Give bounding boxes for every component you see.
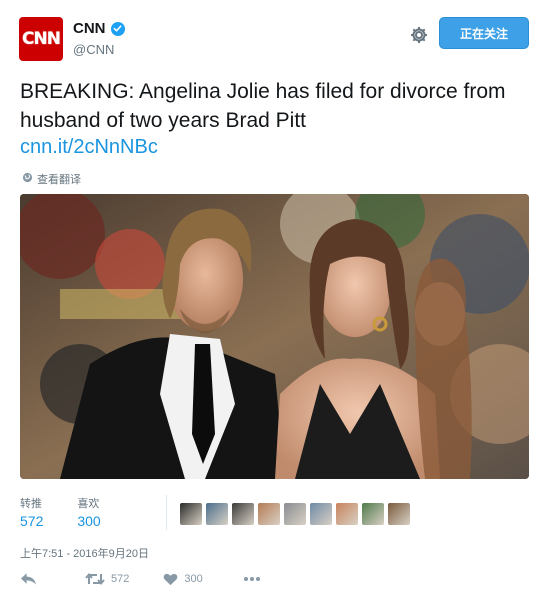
retweet-button[interactable]: 572 (85, 572, 129, 586)
stats-divider (166, 495, 167, 530)
avatar[interactable]: CNN (19, 17, 63, 61)
translate-link[interactable]: 查看翻译 (22, 171, 81, 187)
retweet-count: 572 (111, 573, 130, 585)
reply-icon (20, 572, 37, 586)
liker-avatar[interactable] (258, 503, 280, 525)
likes-count: 300 (77, 513, 101, 529)
following-button[interactable]: 正在关注 (439, 17, 529, 49)
globe-icon (22, 172, 33, 186)
likes-label: 喜欢 (77, 498, 100, 510)
heart-icon (163, 573, 178, 586)
tweet-photo[interactable] (20, 194, 529, 479)
avatar-logo-text: CNN (22, 29, 61, 49)
gear-icon[interactable] (409, 25, 429, 45)
liker-avatars (180, 503, 410, 525)
like-button[interactable]: 300 (163, 573, 203, 586)
liker-avatar[interactable] (310, 503, 332, 525)
name-row: CNN (73, 20, 125, 37)
liker-avatar[interactable] (284, 503, 306, 525)
liker-avatar[interactable] (362, 503, 384, 525)
translate-label: 查看翻译 (37, 174, 81, 186)
tweet-card: CNN CNN @CNN 正在关注 BREAKING: Angelina Jol… (0, 0, 553, 597)
reply-button[interactable] (20, 572, 37, 586)
display-name[interactable]: CNN (73, 20, 106, 37)
liker-avatar[interactable] (336, 503, 358, 525)
liker-avatar[interactable] (206, 503, 228, 525)
user-handle[interactable]: @CNN (73, 42, 114, 57)
tweet-link[interactable]: cnn.it/2cNnNBc (20, 136, 158, 159)
retweet-icon (85, 572, 105, 586)
action-bar: 572 300 (20, 572, 261, 586)
liker-avatar[interactable] (388, 503, 410, 525)
timestamp[interactable]: 上午7:51 - 2016年9月20日 (20, 545, 149, 561)
tweet-stats: 转推 572 喜欢 300 (20, 495, 101, 529)
retweets-label: 转推 (20, 498, 42, 510)
more-button[interactable] (243, 576, 261, 582)
tweet-text: BREAKING: Angelina Jolie has filed for d… (20, 80, 506, 132)
retweets-count: 572 (20, 513, 44, 529)
verified-badge-icon (110, 21, 125, 36)
liker-avatar[interactable] (180, 503, 202, 525)
retweets-stat[interactable]: 转推 572 (20, 495, 43, 529)
like-count: 300 (184, 573, 203, 585)
likes-stat[interactable]: 喜欢 300 (77, 495, 100, 529)
liker-avatar[interactable] (232, 503, 254, 525)
more-icon (243, 576, 261, 582)
